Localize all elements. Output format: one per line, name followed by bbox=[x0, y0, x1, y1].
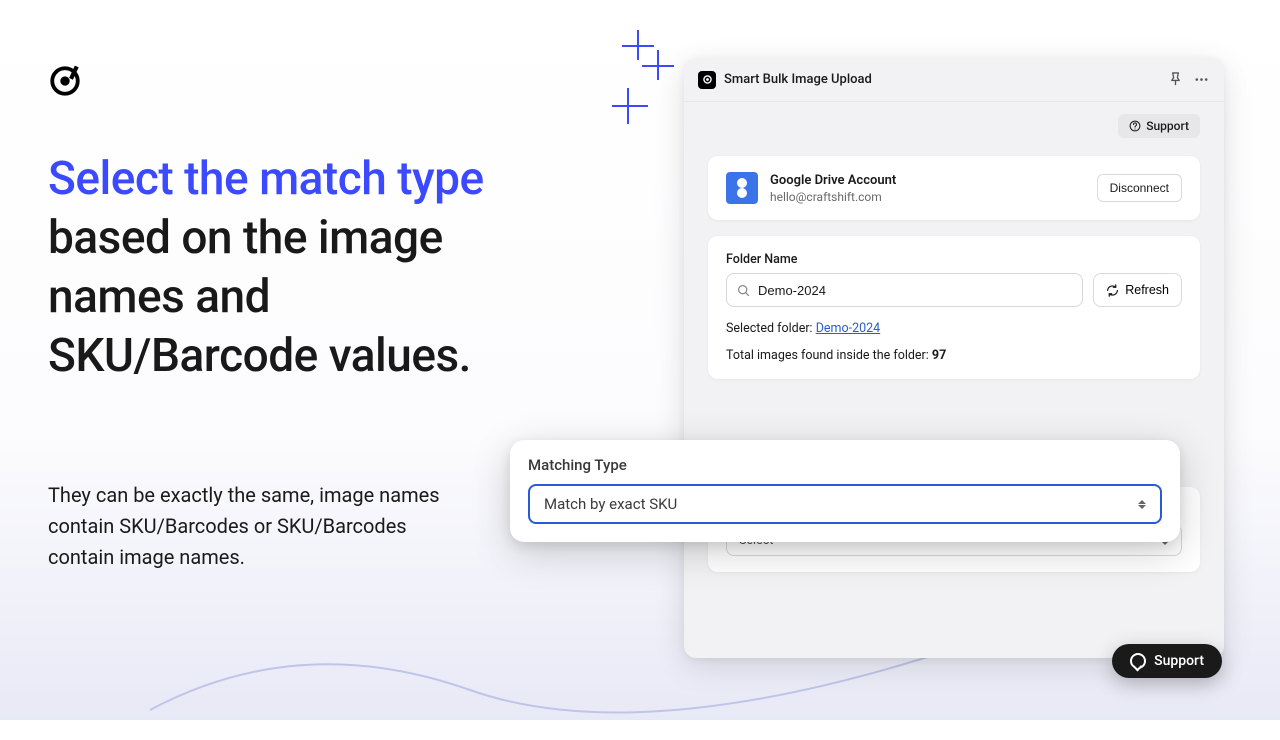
account-email: hello@craftshift.com bbox=[770, 190, 1085, 204]
sparkle-decoration bbox=[612, 30, 692, 130]
heading-rest: based on the image names and SKU/Barcode… bbox=[48, 211, 471, 383]
brand-logo bbox=[48, 64, 82, 102]
folder-label: Folder Name bbox=[726, 252, 1182, 267]
search-icon bbox=[737, 284, 750, 297]
page-heading: Select the match type based on the image… bbox=[48, 150, 508, 386]
heading-accent: Select the match type bbox=[48, 152, 484, 206]
matching-type-select[interactable]: Match by exact SKU bbox=[528, 484, 1162, 524]
support-label: Support bbox=[1146, 119, 1189, 133]
page-subtext: They can be exactly the same, image name… bbox=[48, 480, 458, 573]
refresh-label: Refresh bbox=[1125, 283, 1169, 297]
total-images-line: Total images found inside the folder: 97 bbox=[726, 348, 1182, 363]
app-title: Smart Bulk Image Upload bbox=[724, 72, 872, 87]
matching-type-popover: Matching Type Match by exact SKU bbox=[510, 440, 1180, 542]
app-window: Smart Bulk Image Upload Support Google D… bbox=[684, 58, 1224, 658]
app-logo-icon bbox=[698, 71, 716, 89]
selected-folder-link[interactable]: Demo-2024 bbox=[816, 321, 880, 336]
folder-input[interactable] bbox=[758, 283, 1072, 298]
chat-icon bbox=[1130, 653, 1146, 669]
account-provider: Google Drive Account bbox=[770, 173, 1085, 188]
matching-type-value: Match by exact SKU bbox=[544, 495, 677, 513]
app-header: Smart Bulk Image Upload bbox=[684, 58, 1224, 102]
folder-input-wrap[interactable] bbox=[726, 273, 1083, 307]
total-count: 97 bbox=[932, 348, 946, 363]
account-card: Google Drive Account hello@craftshift.co… bbox=[708, 156, 1200, 220]
floating-support-button[interactable]: Support bbox=[1112, 644, 1222, 678]
refresh-icon bbox=[1106, 284, 1119, 297]
matching-type-label: Matching Type bbox=[528, 456, 1162, 474]
avatar-icon bbox=[726, 172, 758, 204]
folder-card: Folder Name Refresh Selected folder: Dem… bbox=[708, 236, 1200, 379]
support-button[interactable]: Support bbox=[1118, 114, 1200, 138]
more-icon[interactable] bbox=[1192, 71, 1210, 89]
selected-folder-line: Selected folder: Demo-2024 bbox=[726, 321, 1182, 336]
pin-icon[interactable] bbox=[1166, 71, 1184, 89]
floating-support-label: Support bbox=[1154, 653, 1204, 669]
chevron-updown-icon bbox=[1138, 500, 1146, 509]
refresh-button[interactable]: Refresh bbox=[1093, 273, 1182, 307]
disconnect-button[interactable]: Disconnect bbox=[1097, 174, 1182, 202]
